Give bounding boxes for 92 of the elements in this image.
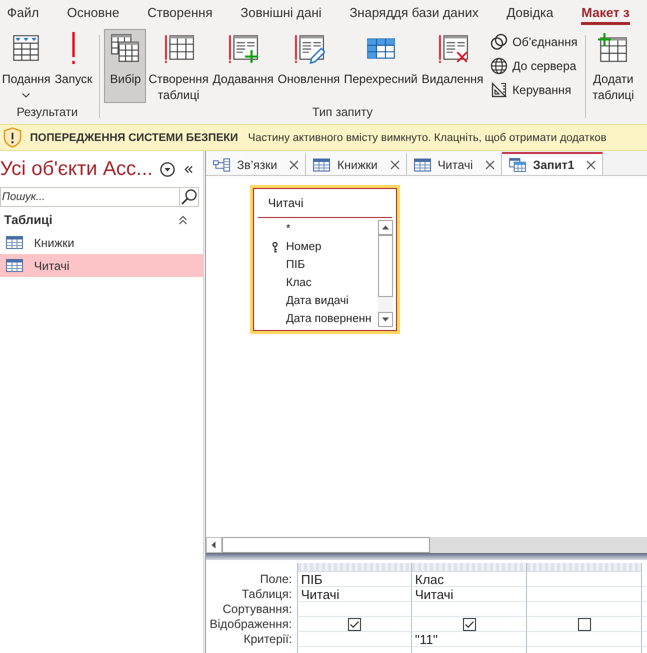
checkbox[interactable] xyxy=(578,618,590,630)
close-icon[interactable] xyxy=(289,160,300,170)
checkbox[interactable] xyxy=(462,618,476,630)
menu-tab[interactable]: Файл xyxy=(7,0,39,25)
chevron-icon xyxy=(178,215,188,225)
nav-item[interactable]: Читачі xyxy=(0,254,203,277)
field-item[interactable]: ПІБ xyxy=(254,256,378,274)
grid-cell[interactable] xyxy=(297,602,412,617)
ribbon-button[interactable]: Вибір xyxy=(104,29,146,103)
ribbon-button[interactable]: До сервера xyxy=(487,54,580,78)
collapse-icon[interactable] xyxy=(184,164,193,174)
grid-cell[interactable] xyxy=(527,587,642,602)
field-item[interactable]: Дата поверненн xyxy=(254,310,378,328)
grid-cell[interactable] xyxy=(297,632,412,647)
group-label: Тип запиту xyxy=(312,105,373,119)
menu-tab[interactable]: Основне xyxy=(66,0,120,25)
row-label: Таблиця: xyxy=(240,587,293,602)
table-icon xyxy=(414,158,431,172)
menu-tab[interactable]: Створення xyxy=(147,0,213,25)
document-tab[interactable]: Запит1 xyxy=(502,152,604,175)
checkbox[interactable] xyxy=(348,618,361,630)
grid-cell[interactable] xyxy=(527,572,642,587)
stacked-tables-icon xyxy=(109,32,142,64)
table-field-list[interactable]: Читачі * Номер ПІБ Клас Дата видачі Дата поверненн xyxy=(250,185,400,334)
field-list-title: Читачі xyxy=(258,189,392,218)
table-plus-icon xyxy=(597,32,630,64)
grid-cell[interactable] xyxy=(412,602,527,617)
field-item[interactable]: Клас xyxy=(254,274,378,292)
globe-icon xyxy=(490,57,508,75)
document-tab[interactable]: Читачі xyxy=(406,152,502,175)
table-icon xyxy=(313,158,330,172)
close-icon[interactable] xyxy=(586,160,596,170)
grid-cell[interactable] xyxy=(527,602,642,617)
grid-cell[interactable]: Клас xyxy=(412,572,527,587)
group-label: Результати xyxy=(16,105,78,119)
table-x-icon xyxy=(436,32,469,64)
query-icon xyxy=(508,158,526,172)
menu-tab[interactable]: Довідка xyxy=(506,0,554,25)
menu-tab[interactable]: Макет з xyxy=(581,0,630,25)
grid-cell[interactable]: "11" xyxy=(412,632,527,647)
pane-title[interactable]: Усі об'єкти Асс... xyxy=(0,158,160,180)
ribbon-button[interactable]: Оновлення xyxy=(276,29,342,103)
relationship-diagram-icon xyxy=(213,158,230,172)
ribbon-button[interactable]: Подання xyxy=(0,29,52,103)
group-header[interactable]: Таблиці xyxy=(0,209,203,231)
row-label: Критерії: xyxy=(242,632,293,647)
document-tab[interactable]: Зв’язки xyxy=(206,152,306,175)
ribbon-button[interactable]: Додавання xyxy=(210,29,276,103)
row-label: Сортування: xyxy=(222,602,293,617)
grid-cell[interactable] xyxy=(527,632,642,647)
ribbon-button[interactable]: Створення таблиці xyxy=(146,29,211,104)
nav-item[interactable]: Книжки xyxy=(0,231,203,254)
ribbon-button[interactable]: Додати таблиці xyxy=(590,29,636,104)
ribbon-button[interactable]: Керування xyxy=(487,78,580,102)
vertical-scrollbar[interactable] xyxy=(378,220,393,327)
splitter-bar[interactable] xyxy=(206,553,647,560)
ribbon-button[interactable]: Перехресний xyxy=(342,29,420,103)
close-icon[interactable] xyxy=(390,160,400,170)
scrollbar-thumb[interactable] xyxy=(378,235,393,297)
shield-warning-icon xyxy=(3,127,22,148)
ribbon-button[interactable]: Видалення xyxy=(420,29,486,103)
grid-cell[interactable]: ПІБ xyxy=(297,572,412,587)
ruler-triangle-icon xyxy=(490,81,508,99)
search-button[interactable] xyxy=(179,187,199,207)
table-icon xyxy=(6,259,23,272)
row-label: Поле: xyxy=(258,572,293,587)
overlapping-circles-icon xyxy=(490,33,508,51)
menu-tab[interactable]: Знаряддя бази даних xyxy=(350,0,479,25)
horizontal-scrollbar[interactable] xyxy=(206,537,647,553)
exclamation-icon xyxy=(72,32,75,64)
field-item[interactable]: * xyxy=(254,220,378,238)
scrollbar-thumb[interactable] xyxy=(222,537,430,553)
search-field[interactable]: Пошук... xyxy=(0,187,179,207)
document-tab[interactable]: Книжки xyxy=(306,152,407,175)
menu-tab[interactable]: Зовнішні дані xyxy=(240,0,322,25)
dropdown-icon[interactable] xyxy=(160,162,175,176)
field-item[interactable]: Номер xyxy=(254,238,378,256)
close-icon[interactable] xyxy=(484,160,495,170)
ribbon-button[interactable]: Запуск xyxy=(52,29,94,103)
table-pencil-icon xyxy=(292,32,325,64)
warning-title: ПОПЕРЕДЖЕННЯ СИСТЕМИ БЕЗПЕКИ xyxy=(30,132,238,144)
grid-cell[interactable]: Читачі xyxy=(412,587,527,602)
table-icon xyxy=(6,236,23,249)
grid-cell[interactable]: Читачі xyxy=(297,587,412,602)
table-plus-icon xyxy=(227,32,260,64)
search-icon xyxy=(181,189,197,205)
row-label: Відображення: xyxy=(208,617,293,632)
warning-message[interactable]: Частину активного вмісту вимкнуто. Клацніть, щоб отримати додатков xyxy=(248,132,606,144)
ribbon-button[interactable]: Об’єднання xyxy=(487,30,580,54)
table-icon xyxy=(162,32,195,64)
caret-icon xyxy=(22,93,30,98)
field-item[interactable]: Дата видачі xyxy=(254,292,378,310)
